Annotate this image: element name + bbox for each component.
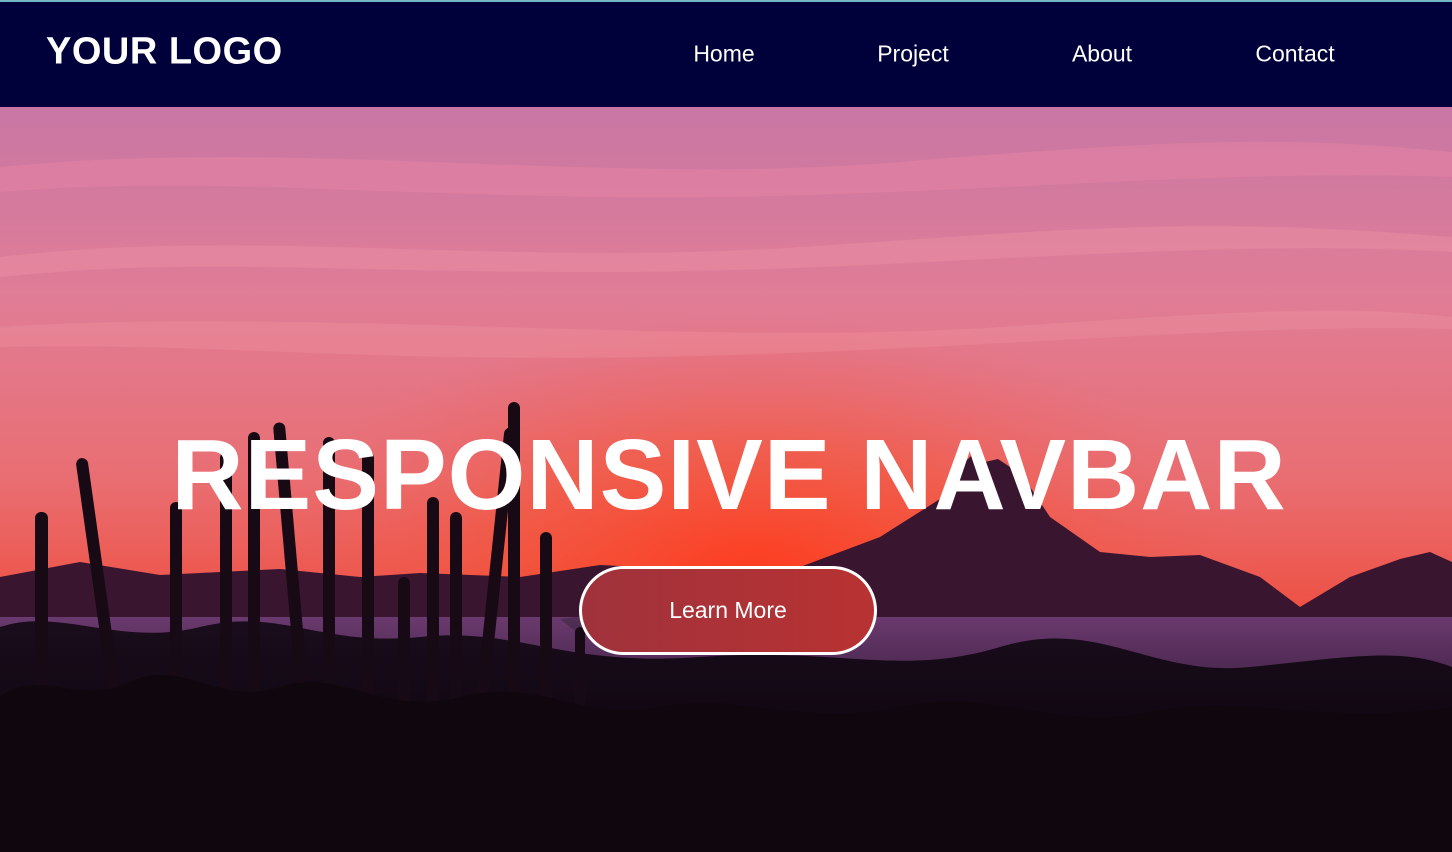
hero-section: RESPONSIVE NAVBAR Learn More xyxy=(0,107,1452,852)
nav-link-home[interactable]: Home xyxy=(693,41,754,68)
page: YOUR LOGO Home Project About Contact RES… xyxy=(0,0,1452,852)
learn-more-button[interactable]: Learn More xyxy=(579,566,877,655)
nav-link-contact[interactable]: Contact xyxy=(1255,41,1334,68)
nav-links: Home Project About Contact xyxy=(0,2,1452,107)
navbar: YOUR LOGO Home Project About Contact xyxy=(0,2,1452,107)
nav-link-about[interactable]: About xyxy=(1072,41,1132,68)
nav-link-project[interactable]: Project xyxy=(877,41,949,68)
hero-title: RESPONSIVE NAVBAR xyxy=(171,419,1287,531)
